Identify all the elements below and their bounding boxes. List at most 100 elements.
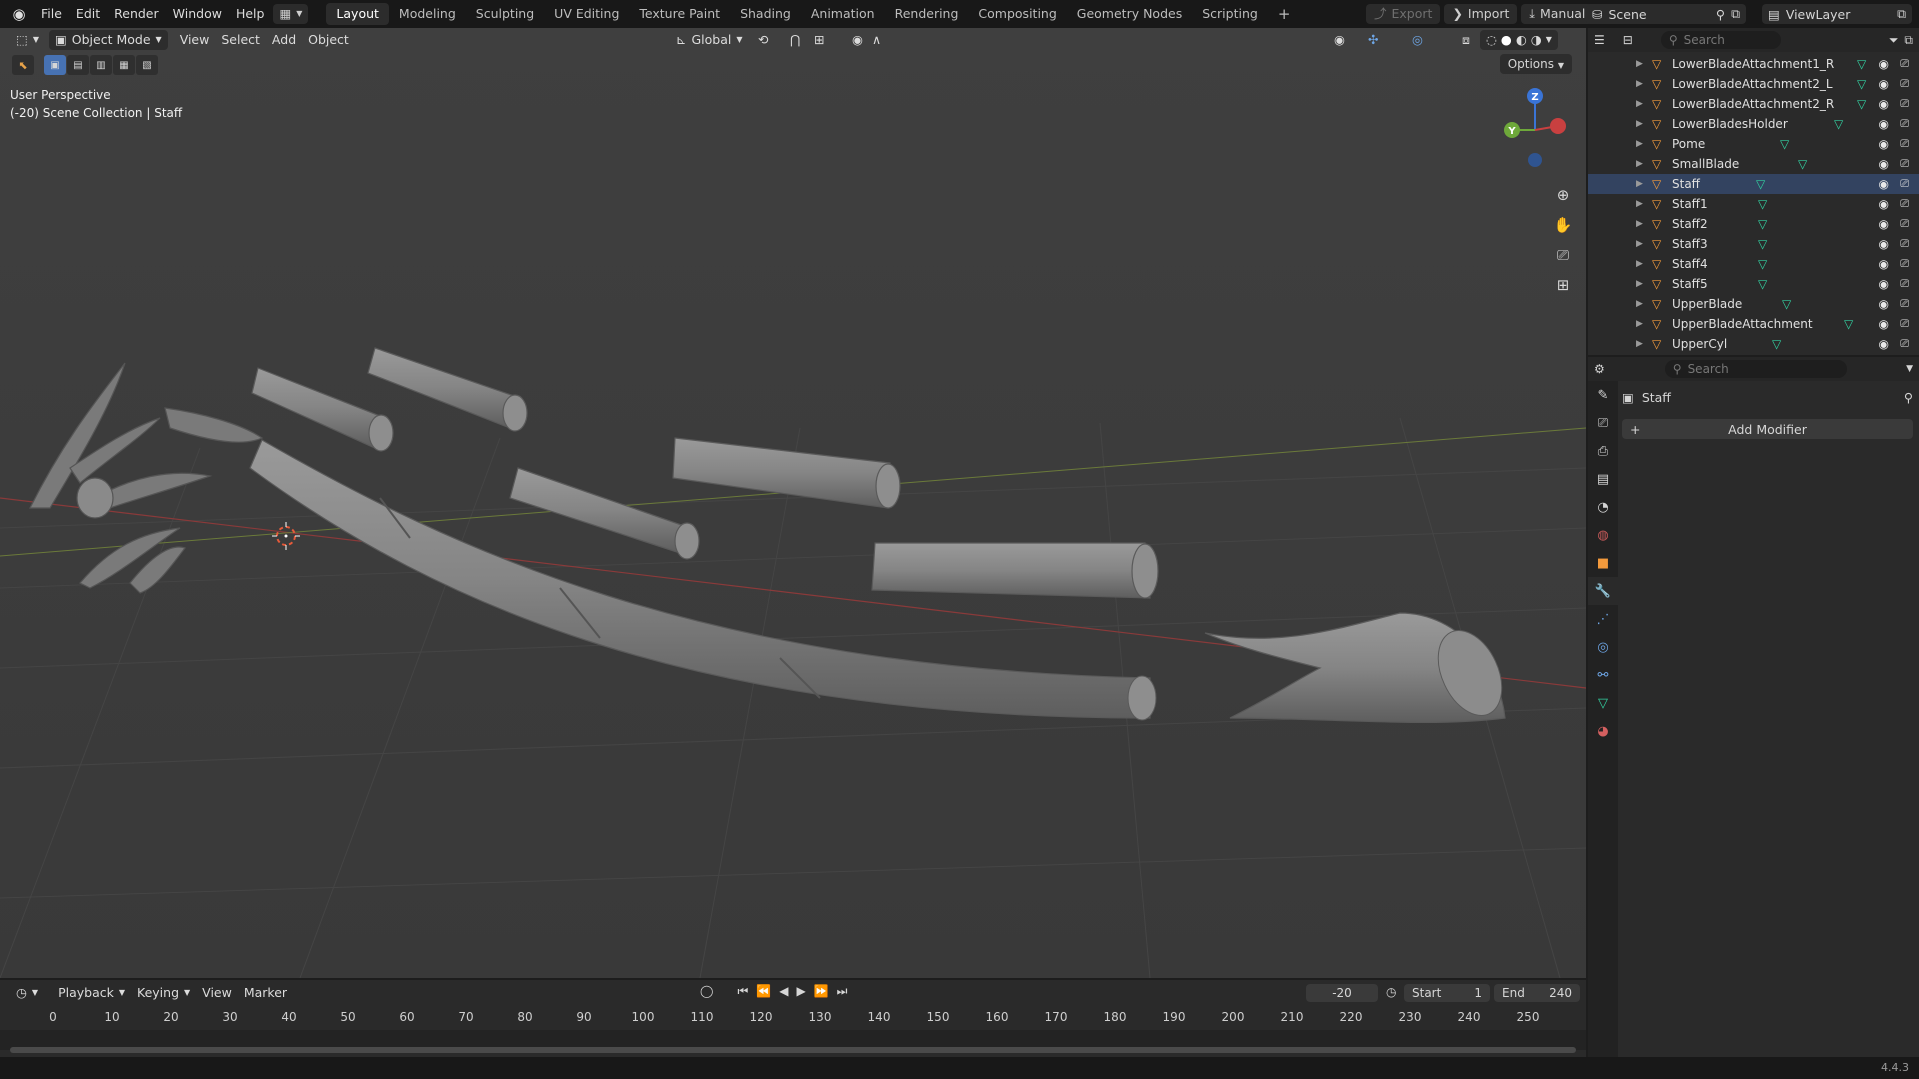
add-modifier-button[interactable]: + Add Modifier [1622,419,1913,439]
select-subtract-button[interactable]: ▥ [90,55,112,75]
tab-shading[interactable]: Shading [730,3,801,25]
tab-sculpting[interactable]: Sculpting [466,3,544,25]
output-tab-icon[interactable]: ⎙ [1588,437,1618,465]
manual-button[interactable]: ⤓ Manual [1521,4,1594,24]
scene-selector[interactable]: ⛁ Scene ⚲ ⧉ [1586,4,1746,24]
outliner-item[interactable]: ▶ ▽ Staff ▽ ◉ ⎚ [1588,174,1919,194]
outliner-item[interactable]: ▶ ▽ Staff4 ▽ ◉ ⎚ [1588,254,1919,274]
prev-keyframe-icon[interactable]: ⏪ [756,984,771,999]
display-mode-icon[interactable]: ⊟ [1623,33,1633,47]
eye-icon[interactable]: ◉ [1879,197,1889,211]
outliner-item[interactable]: ▶ ▽ LowerBladeAttachment1_R ▽ ◉ ⎚ [1588,54,1919,74]
expand-arrow-icon[interactable]: ▶ [1636,239,1643,249]
mesh-data-icon[interactable]: ▽ [1758,237,1767,251]
outliner-item[interactable]: ▶ ▽ LowerBladeAttachment2_L ▽ ◉ ⎚ [1588,74,1919,94]
stopwatch-icon[interactable]: ◷ [1386,985,1396,999]
falloff-dropdown[interactable]: ∧ [866,30,887,50]
tab-modeling[interactable]: Modeling [389,3,466,25]
eye-icon[interactable]: ◉ [1879,97,1889,111]
outliner-item[interactable]: ▶ ▽ Staff3 ▽ ◉ ⎚ [1588,234,1919,254]
view-layer-tab-icon[interactable]: ▤ [1588,465,1618,493]
expand-arrow-icon[interactable]: ▶ [1636,159,1643,169]
mesh-data-icon[interactable]: ▽ [1756,177,1765,191]
eye-icon[interactable]: ◉ [1879,137,1889,151]
menu-window[interactable]: Window [166,3,229,25]
expand-arrow-icon[interactable]: ▶ [1636,99,1643,109]
expand-arrow-icon[interactable]: ▶ [1636,79,1643,89]
render-camera-icon[interactable]: ⎚ [1900,217,1909,231]
menu-file[interactable]: File [34,3,69,25]
timeline-editor-dropdown[interactable]: ◷ ▼ [10,983,44,1003]
outliner-item[interactable]: ▶ ▽ UpperBladeAttachment ▽ ◉ ⎚ [1588,314,1919,334]
mesh-data-icon[interactable]: ▽ [1758,277,1767,291]
material-tab-icon[interactable]: ◕ [1588,717,1618,745]
chevron-down-icon[interactable]: ▼ [1906,364,1913,374]
mesh-data-icon[interactable]: ▽ [1857,57,1866,71]
mesh-data-icon[interactable]: ▽ [1857,77,1866,91]
pin-icon[interactable]: ⚲ [1904,390,1913,405]
render-camera-icon[interactable]: ⎚ [1900,237,1909,251]
render-camera-icon[interactable]: ⎚ [1900,57,1909,71]
select-tool-button[interactable]: ⬉ [12,55,34,75]
render-camera-icon[interactable]: ⎚ [1900,137,1909,151]
properties-search-input[interactable]: ⚲ Search [1664,360,1847,378]
mesh-data-icon[interactable]: ▽ [1758,217,1767,231]
snap-target-dropdown[interactable]: ⊞ [808,30,830,50]
eye-icon[interactable]: ◉ [1879,317,1889,331]
transform-orientation-dropdown[interactable]: ⊾ Global ▼ [670,30,749,50]
tab-texture-paint[interactable]: Texture Paint [629,3,730,25]
world-tab-icon[interactable]: ◍ [1588,521,1618,549]
add-workspace-button[interactable]: + [1268,3,1301,25]
blender-logo-icon[interactable]: ◉ [10,5,28,23]
render-tab-icon[interactable]: ⎚ [1588,409,1618,437]
mesh-data-icon[interactable]: ▽ [1758,197,1767,211]
eye-icon[interactable]: ◉ [1879,57,1889,71]
shading-modes[interactable]: ◌ ● ◐ ◑ ▼ [1480,30,1558,50]
editor-type-dropdown[interactable]: ⬚ ▼ [10,30,45,50]
play-icon[interactable]: ▶ [796,984,805,999]
render-camera-icon[interactable]: ⎚ [1900,257,1909,271]
menu-edit[interactable]: Edit [69,3,107,25]
particles-tab-icon[interactable]: ⋰ [1588,605,1618,633]
wireframe-shading-icon[interactable]: ◌ [1486,30,1497,50]
timeline-scrollbar[interactable] [10,1047,1576,1053]
expand-arrow-icon[interactable]: ▶ [1636,299,1643,309]
outliner-item[interactable]: ▶ ▽ UpperCyl ▽ ◉ ⎚ [1588,334,1919,354]
expand-arrow-icon[interactable]: ▶ [1636,259,1643,269]
solid-shading-icon[interactable]: ● [1501,30,1512,50]
mesh-data-icon[interactable]: ▽ [1758,257,1767,271]
scene-tab-icon[interactable]: ◔ [1588,493,1618,521]
options-dropdown[interactable]: Options ▼ [1499,54,1572,74]
render-camera-icon[interactable]: ⎚ [1900,97,1909,111]
eye-icon[interactable]: ◉ [1879,297,1889,311]
expand-arrow-icon[interactable]: ▶ [1636,279,1643,289]
render-camera-icon[interactable]: ⎚ [1900,117,1909,131]
pan-hand-icon[interactable]: ✋ [1550,212,1576,238]
play-reverse-icon[interactable]: ◀ [779,984,788,999]
menu-add[interactable]: Add [266,30,302,50]
object-tab-icon[interactable]: ■ [1588,549,1618,577]
menu-render[interactable]: Render [107,3,166,25]
editor-layout-dropdown[interactable]: ▦ ▼ [273,4,309,24]
jump-start-icon[interactable]: ⏮ [737,984,748,999]
eye-icon[interactable]: ◉ [1879,257,1889,271]
render-camera-icon[interactable]: ⎚ [1900,277,1909,291]
zoom-icon[interactable]: ⊕ [1550,182,1576,208]
mesh-data-icon[interactable]: ▽ [1857,97,1866,111]
eye-icon[interactable]: ◉ [1879,337,1889,351]
mesh-data-icon[interactable]: ▽ [1782,297,1791,311]
outliner-item[interactable]: ▶ ▽ UpperBlade ▽ ◉ ⎚ [1588,294,1919,314]
tab-scripting[interactable]: Scripting [1192,3,1268,25]
auto-key-icon[interactable]: ◯ [700,984,713,999]
mesh-data-icon[interactable]: ▽ [1844,317,1853,331]
eye-icon[interactable]: ◉ [1879,77,1889,91]
render-camera-icon[interactable]: ⎚ [1900,197,1909,211]
visibility-dropdown[interactable]: ◉ [1328,30,1351,50]
end-frame-field[interactable]: End 240 [1494,984,1580,1002]
xray-toggle[interactable]: ⧈ [1456,30,1476,50]
render-camera-icon[interactable]: ⎚ [1900,177,1909,191]
eye-icon[interactable]: ◉ [1879,277,1889,291]
import-button[interactable]: ❯ Import [1444,4,1518,24]
jump-end-icon[interactable]: ⏭ [837,984,848,999]
camera-view-icon[interactable]: ⎚ [1550,242,1576,268]
